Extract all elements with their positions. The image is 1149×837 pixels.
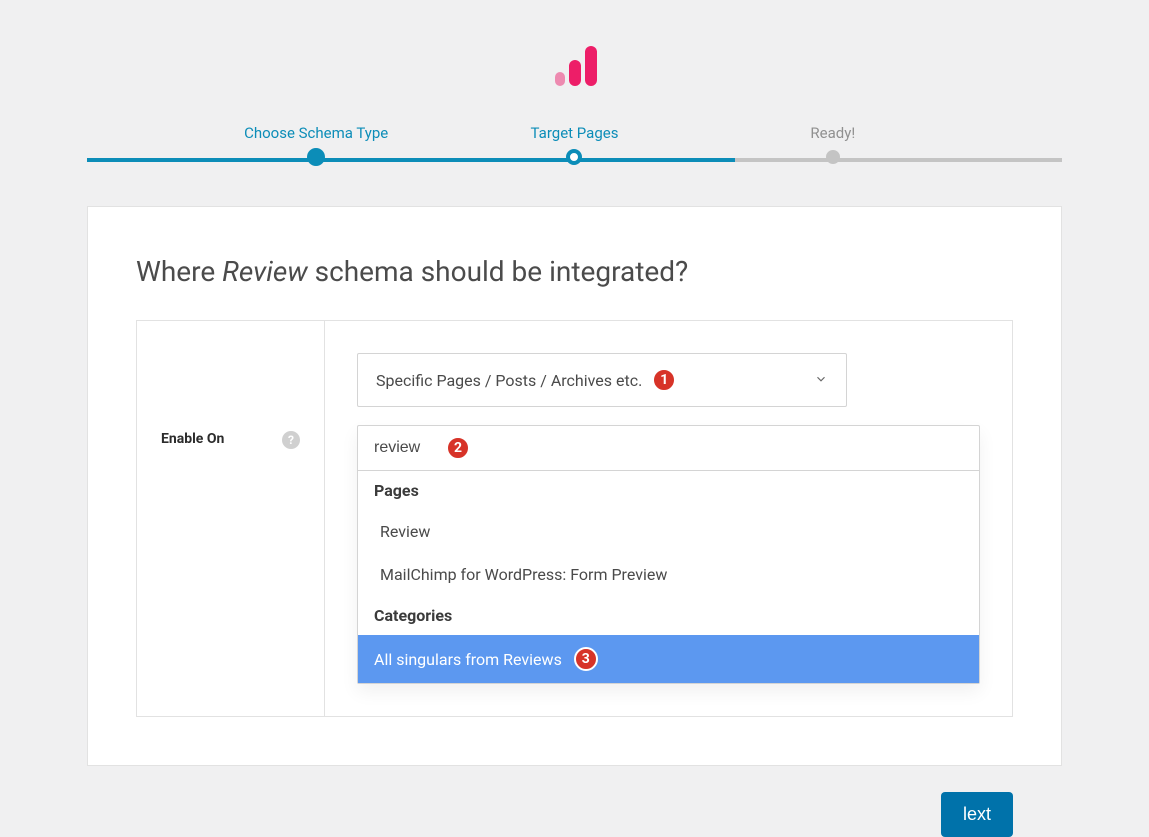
wizard-container: Choose Schema Type Target Pages Ready! W… (87, 40, 1062, 766)
select-text: Specific Pages / Posts / Archives etc. (376, 371, 642, 390)
annotation-badge-1: 1 (652, 368, 676, 392)
page-title: Where Review schema should be integrated… (136, 255, 1013, 288)
heading-suffix: schema should be integrated? (308, 255, 689, 288)
dropdown-item-all-singulars-reviews[interactable]: All singulars from Reviews 3 (358, 635, 979, 683)
step-label: Target Pages (445, 124, 703, 142)
step-dot-icon (566, 149, 582, 165)
dropdown-item-text: All singulars from Reviews (374, 650, 562, 669)
form-control-cell: Specific Pages / Posts / Archives etc. 1… (325, 321, 1012, 716)
step-label: Ready! (704, 124, 962, 142)
annotation-badge-3: 3 (574, 647, 598, 671)
form-label-cell: Enable On ? (137, 321, 325, 716)
step-target-pages[interactable]: Target Pages (445, 124, 703, 166)
dropdown-item-mailchimp[interactable]: MailChimp for WordPress: Form Preview (358, 553, 979, 596)
annotation-badge-2: 2 (446, 436, 470, 460)
next-button[interactable]: lext (941, 792, 1013, 837)
logo (87, 40, 1062, 92)
progress-steps: Choose Schema Type Target Pages Ready! (87, 124, 1062, 166)
step-dot-icon (826, 150, 840, 164)
chevron-down-icon (814, 371, 828, 390)
step-ready[interactable]: Ready! (704, 124, 962, 166)
step-choose-schema[interactable]: Choose Schema Type (187, 124, 445, 166)
search-row: 2 (358, 426, 979, 470)
dropdown-group-pages: Pages (358, 471, 979, 510)
select-value: Specific Pages / Posts / Archives etc. 1 (376, 368, 676, 392)
logo-bars-icon (549, 40, 601, 92)
dropdown-item-review[interactable]: Review (358, 510, 979, 553)
form-enable-on: Enable On ? Specific Pages / Posts / Arc… (136, 320, 1013, 717)
search-dropdown: Pages Review MailChimp for WordPress: Fo… (358, 470, 979, 683)
step-dot-icon (307, 148, 325, 166)
heading-prefix: Where (136, 255, 222, 288)
help-icon[interactable]: ? (282, 431, 300, 449)
progress-bar: Choose Schema Type Target Pages Ready! (87, 124, 1062, 166)
dropdown-group-categories: Categories (358, 596, 979, 635)
step-label: Choose Schema Type (187, 124, 445, 142)
enable-on-label: Enable On (161, 431, 224, 447)
heading-italic: Review (222, 255, 308, 288)
target-search-combobox[interactable]: 2 Pages Review MailChimp for WordPress: … (357, 425, 980, 684)
wizard-card: Where Review schema should be integrated… (87, 206, 1062, 766)
target-type-select[interactable]: Specific Pages / Posts / Archives etc. 1 (357, 353, 847, 407)
search-input[interactable] (366, 426, 446, 470)
